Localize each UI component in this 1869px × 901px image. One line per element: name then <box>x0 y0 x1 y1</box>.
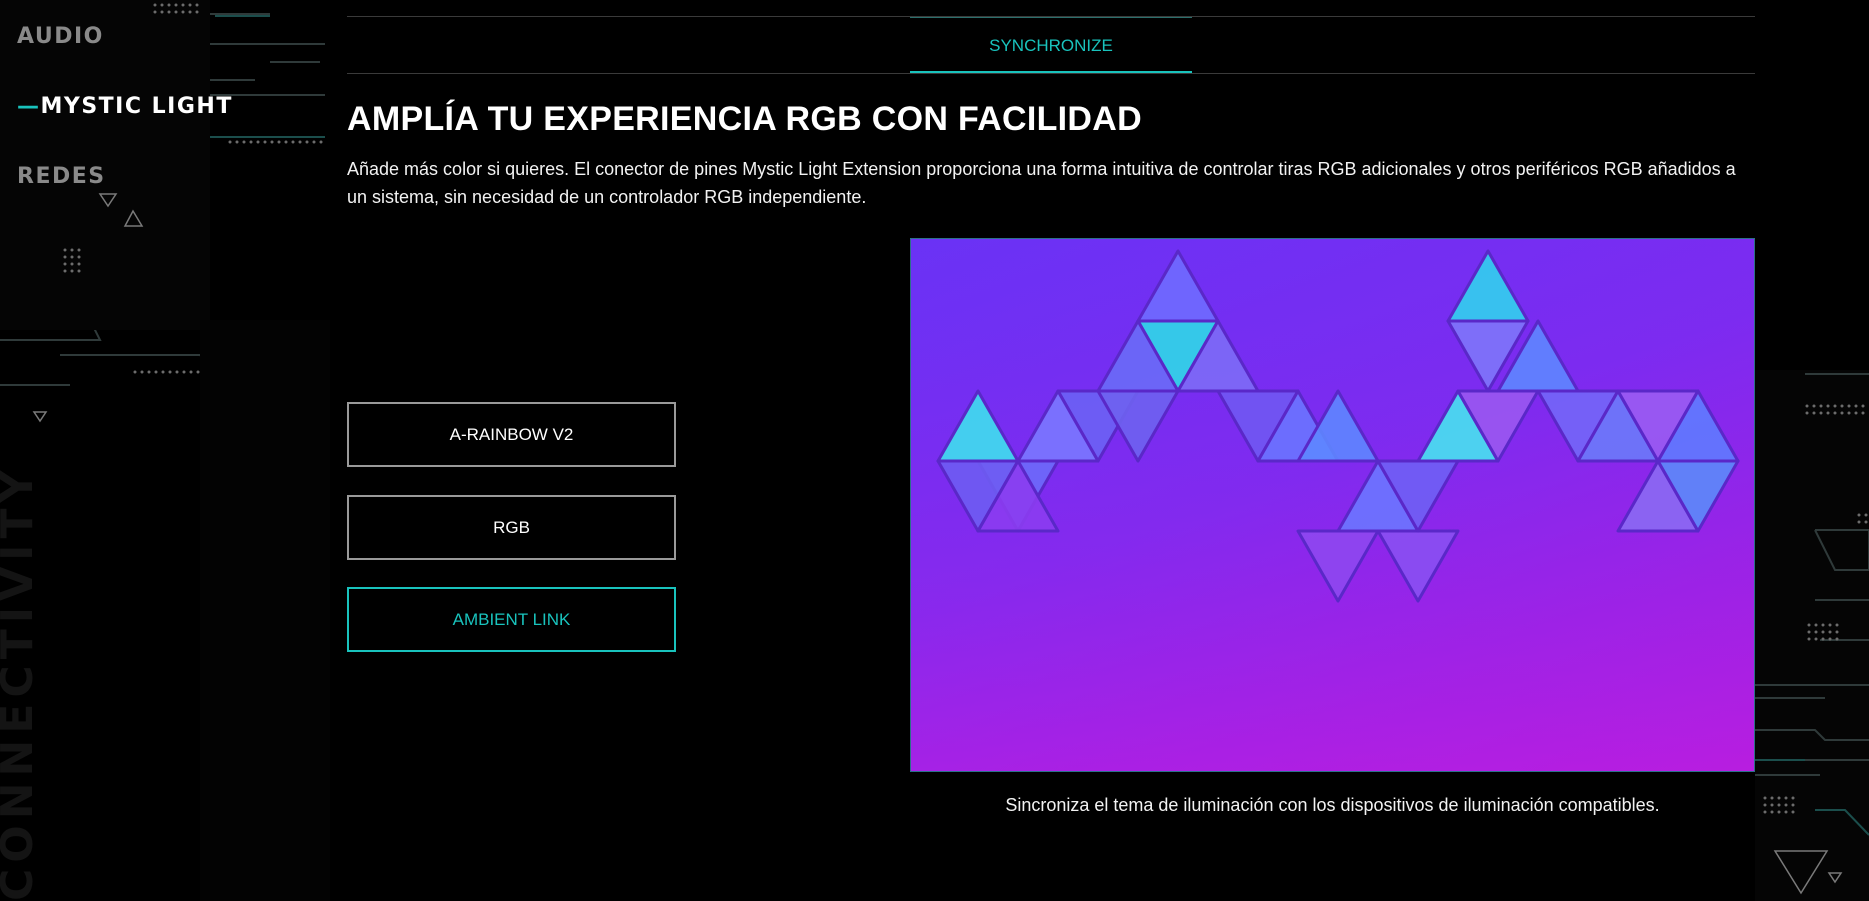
circuit-lines-decoration-right <box>1755 370 1869 901</box>
sidebar-item-label: MYSTIC LIGHT <box>40 94 233 119</box>
sidebar-item-mystic-light[interactable]: —MYSTIC LIGHT <box>17 94 233 119</box>
circuit-lines-decoration <box>0 0 330 901</box>
image-caption: Sincroniza el tema de iluminación con lo… <box>1005 795 1660 815</box>
triangle-light-panels-illustration <box>911 239 1754 771</box>
sidebar-item-redes[interactable]: REDES <box>17 164 106 189</box>
section-description: Añade más color si quieres. El conector … <box>347 159 1736 207</box>
connectivity-watermark: CONNECTIVITY <box>0 464 43 901</box>
rgb-button[interactable]: RGB <box>347 495 676 560</box>
active-marker: — <box>17 94 41 119</box>
right-decoration-panel <box>1755 0 1869 901</box>
left-decoration-panel: CONNECTIVITY AUDIO —MYSTIC LIGHT REDES <box>0 0 330 901</box>
tab-synchronize[interactable]: SYNCHRONIZE <box>910 17 1192 73</box>
sidebar-item-audio[interactable]: AUDIO <box>17 24 104 49</box>
rgb-light-panels-image <box>910 238 1755 772</box>
ambient-link-button[interactable]: AMBIENT LINK <box>347 587 676 652</box>
a-rainbow-v2-button[interactable]: A-RAINBOW V2 <box>347 402 676 467</box>
page: CONNECTIVITY AUDIO —MYSTIC LIGHT REDES S… <box>0 0 1869 901</box>
section-title: AMPLÍA TU EXPERIENCIA RGB CON FACILIDAD <box>347 100 1142 138</box>
